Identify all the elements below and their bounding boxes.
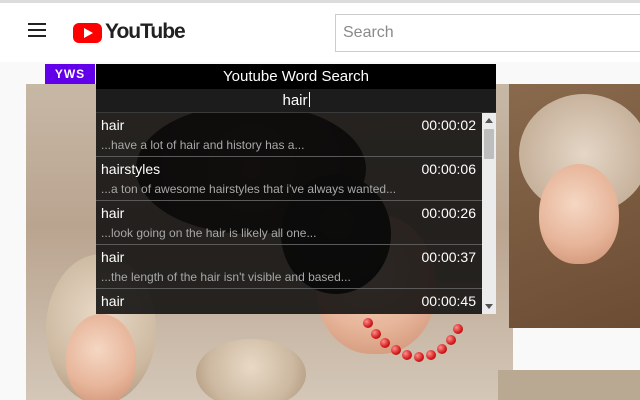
word-search-panel: Youtube Word Search hair hair 00:00:02 .… bbox=[96, 64, 496, 314]
result-word: hair bbox=[101, 205, 125, 221]
result-context: ...the length of the hair isn't visible … bbox=[101, 270, 351, 284]
result-item[interactable]: hair 00:00:45 bbox=[96, 289, 482, 314]
result-context: ...have a lot of hair and history has a.… bbox=[101, 138, 305, 152]
thumbnail-portrait-2[interactable] bbox=[498, 370, 640, 400]
word-search-input[interactable]: hair bbox=[96, 89, 496, 113]
result-timestamp[interactable]: 00:00:26 bbox=[422, 205, 477, 221]
masthead: YouTube Search bbox=[0, 0, 640, 62]
result-word: hair bbox=[101, 117, 125, 133]
result-timestamp[interactable]: 00:00:45 bbox=[422, 293, 477, 309]
thumbnail-portrait[interactable] bbox=[509, 84, 640, 328]
text-caret bbox=[308, 92, 310, 107]
result-item[interactable]: hairstyles 00:00:06 ...a ton of awesome … bbox=[96, 157, 482, 201]
scroll-thumb[interactable] bbox=[484, 129, 494, 159]
scroll-up-arrow-icon[interactable] bbox=[485, 118, 493, 123]
result-timestamp[interactable]: 00:00:02 bbox=[422, 117, 477, 133]
scroll-down-arrow-icon[interactable] bbox=[485, 304, 493, 309]
result-word: hair bbox=[101, 249, 125, 265]
result-timestamp[interactable]: 00:00:37 bbox=[422, 249, 477, 265]
result-item[interactable]: hair 00:00:26 ...look going on the hair … bbox=[96, 201, 482, 245]
results-scrollbar[interactable] bbox=[482, 113, 496, 314]
yws-toggle-button[interactable]: YWS bbox=[45, 64, 95, 84]
panel-title: Youtube Word Search bbox=[96, 64, 496, 89]
result-timestamp[interactable]: 00:00:06 bbox=[422, 161, 477, 177]
search-query: hair bbox=[282, 92, 308, 109]
hamburger-menu-icon[interactable] bbox=[28, 23, 48, 39]
result-word: hair bbox=[101, 293, 125, 309]
result-context: ...look going on the hair is likely all … bbox=[101, 226, 317, 240]
youtube-play-icon bbox=[73, 23, 102, 43]
result-context: ...a ton of awesome hairstyles that i've… bbox=[101, 182, 397, 196]
result-word: hairstyles bbox=[101, 161, 161, 177]
search-input[interactable]: Search bbox=[335, 14, 640, 52]
logo-text: YouTube bbox=[105, 20, 186, 43]
result-item[interactable]: hair 00:00:37 ...the length of the hair … bbox=[96, 245, 482, 289]
result-item[interactable]: hair 00:00:02 ...have a lot of hair and … bbox=[96, 113, 482, 157]
results-list: hair 00:00:02 ...have a lot of hair and … bbox=[96, 113, 482, 314]
